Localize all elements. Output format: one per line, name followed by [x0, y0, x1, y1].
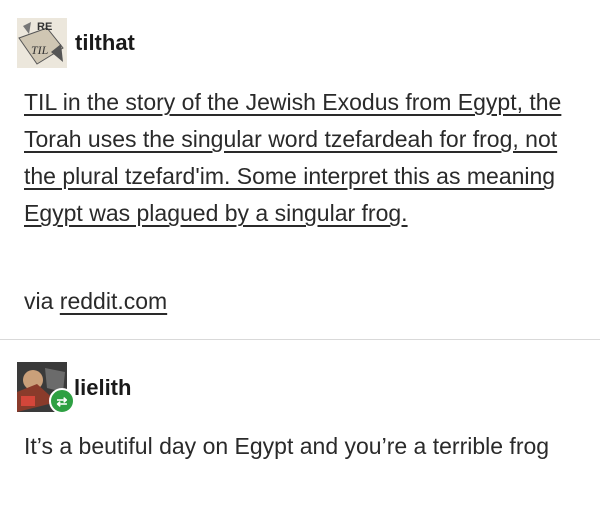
via-label: via	[24, 288, 54, 314]
avatar-logo-text: RE	[37, 21, 52, 33]
avatar-logo-text-til: TIL	[31, 43, 49, 57]
avatar[interactable]: RE TIL	[17, 18, 67, 68]
post-username[interactable]: tilthat	[75, 30, 135, 56]
reply-text: It’s a beutiful day on Egypt and you’re …	[24, 433, 550, 459]
reblog-icon: ⇄	[49, 388, 75, 414]
tilthat-avatar-icon: RE TIL	[17, 18, 67, 68]
reply-username[interactable]: lielith	[74, 375, 131, 401]
post-body-link[interactable]: TIL in the story of the Jewish Exodus fr…	[24, 84, 584, 232]
post-source: via reddit.com	[24, 288, 167, 315]
source-link[interactable]: reddit.com	[60, 288, 167, 314]
